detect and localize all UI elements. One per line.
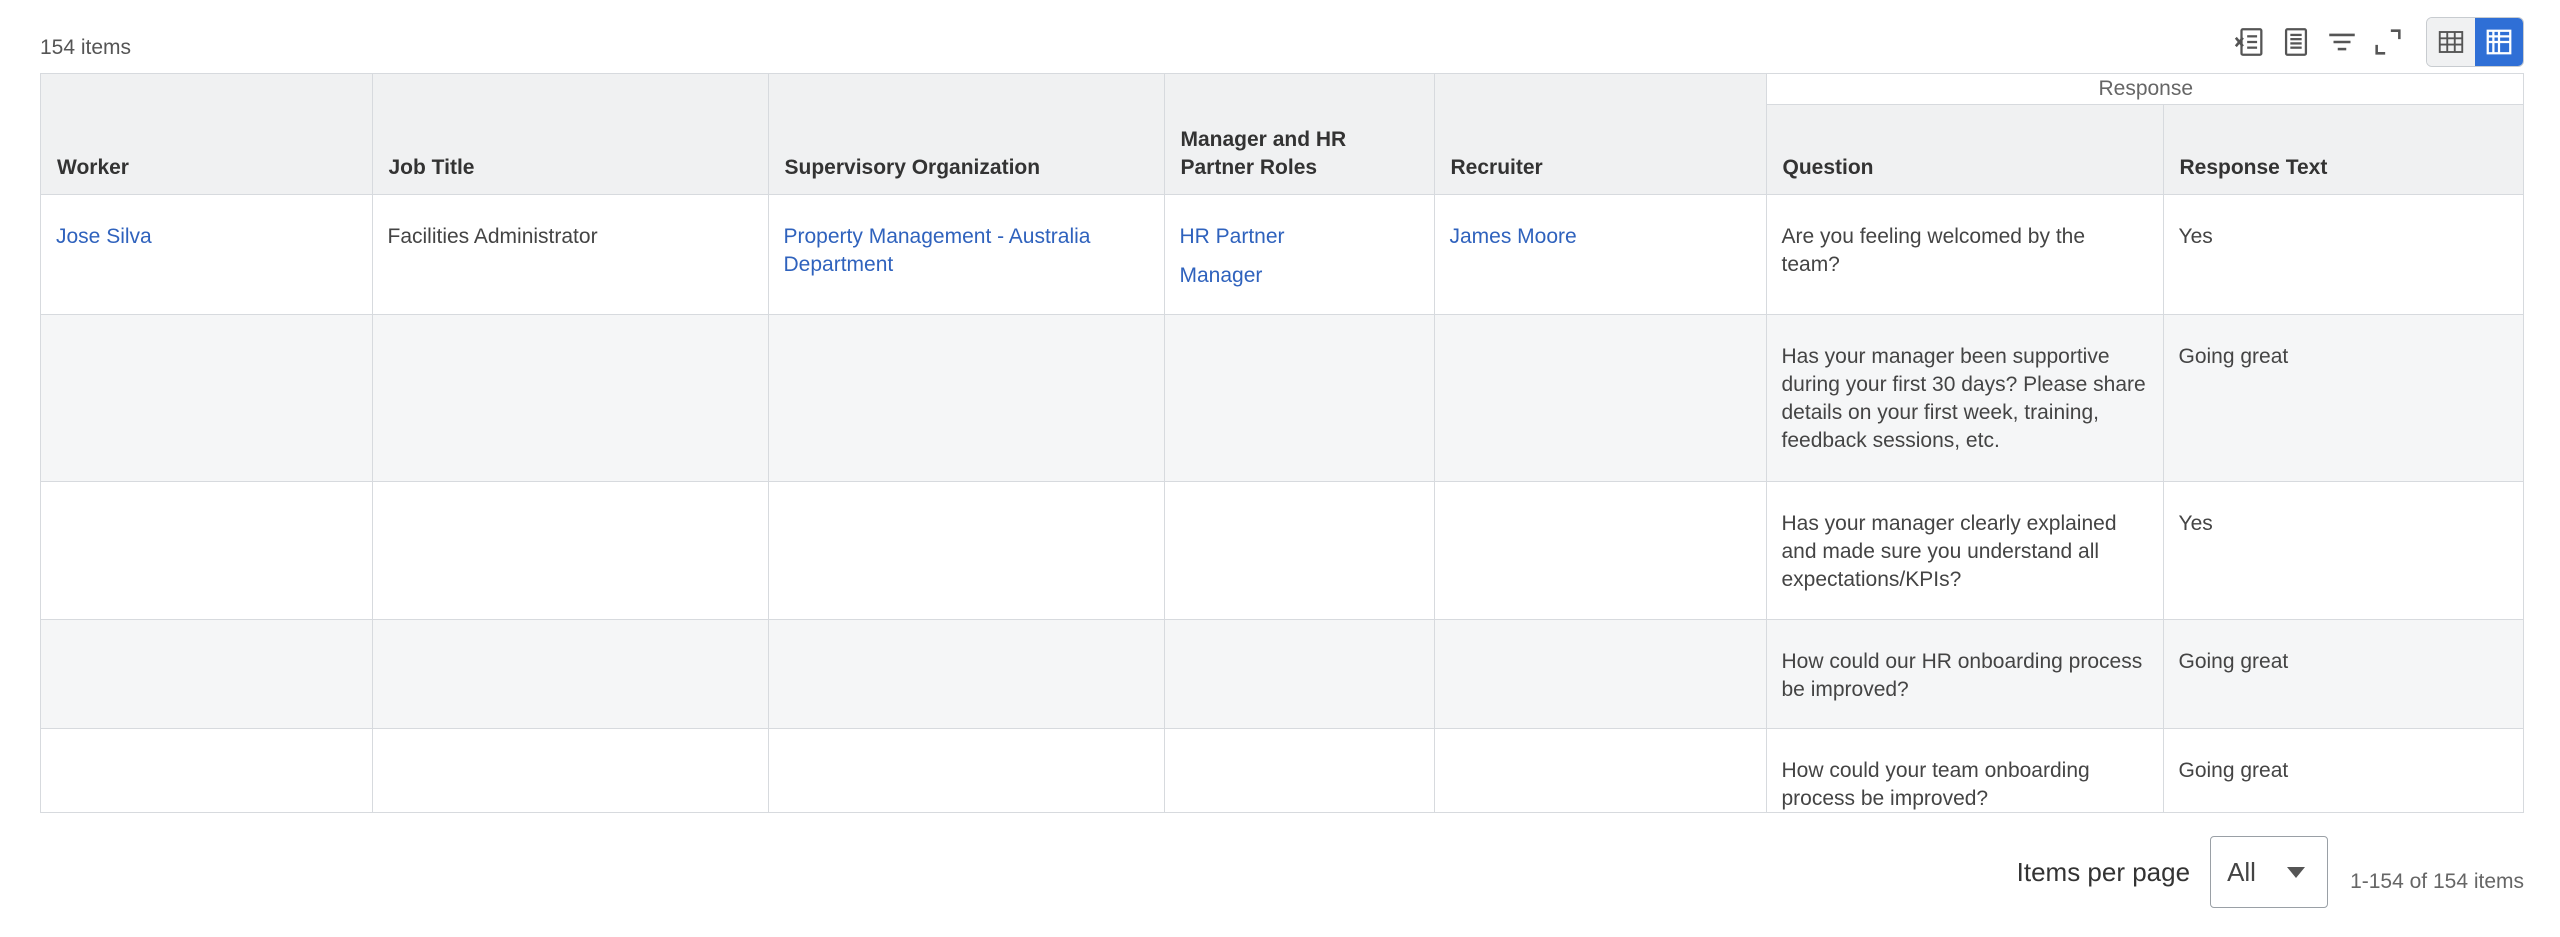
cell-roles: [1164, 728, 1435, 812]
role-link-hr-partner[interactable]: HR Partner: [1180, 223, 1420, 251]
column-header-question[interactable]: Question: [1766, 104, 2164, 195]
cell-response-text: Yes: [2163, 194, 2523, 315]
cell-response-text: Going great: [2163, 314, 2523, 482]
cell-recruiter: James Moore: [1434, 194, 1767, 315]
filter-icon[interactable]: [2320, 20, 2364, 64]
table-row: How could our HR onboarding process be i…: [41, 619, 2523, 729]
table-row: Has your manager been supportive during …: [41, 314, 2523, 482]
organization-link[interactable]: Property Management - Australia Departme…: [784, 225, 1091, 276]
cell-recruiter: [1434, 728, 1767, 812]
column-header-worker[interactable]: Worker: [41, 74, 373, 195]
export-to-excel-icon[interactable]: [2228, 20, 2272, 64]
cell-recruiter: [1434, 314, 1767, 482]
items-per-page-label: Items per page: [2016, 856, 2191, 887]
column-header-response-text[interactable]: Response Text: [2163, 104, 2523, 195]
cell-roles: [1164, 314, 1435, 482]
data-table: Worker Job Title Supervisory Organizatio…: [41, 74, 2523, 812]
cell-roles: [1164, 481, 1435, 620]
grid-view-icon[interactable]: [2475, 18, 2523, 66]
pagination-bar: Items per page All 1-154 of 154 items: [2017, 836, 2524, 908]
column-header-manager-hr-roles[interactable]: Manager and HR Partner Roles: [1164, 74, 1435, 195]
table-row: Has your manager clearly explained and m…: [41, 481, 2523, 620]
cell-question: Are you feeling welcomed by the team?: [1766, 194, 2164, 315]
grid-topbar: 154 items: [40, 0, 2524, 73]
table-row: Jose Silva Facilities Administrator Prop…: [41, 194, 2523, 315]
cell-response-text: Yes: [2163, 481, 2523, 620]
grid-toolbar: [2226, 16, 2524, 68]
cell-worker: [41, 619, 373, 729]
cell-job-title: [372, 619, 769, 729]
export-to-pdf-icon[interactable]: [2274, 20, 2318, 64]
recruiter-link[interactable]: James Moore: [1450, 225, 1577, 248]
cell-job-title: Facilities Administrator: [372, 194, 769, 315]
cell-question: How could your team onboarding process b…: [1766, 728, 2164, 812]
cell-supervisory-organization: [768, 619, 1165, 729]
column-header-recruiter[interactable]: Recruiter: [1434, 74, 1767, 195]
cell-job-title: [372, 728, 769, 812]
cell-job-title: [372, 481, 769, 620]
cell-worker: [41, 728, 373, 812]
view-toggle: [2426, 17, 2524, 67]
worker-link[interactable]: Jose Silva: [56, 225, 152, 248]
cell-response-text: Going great: [2163, 728, 2523, 812]
items-per-page-select[interactable]: All: [2210, 836, 2329, 908]
item-count: 154 items: [40, 36, 132, 59]
items-per-page-value: All: [2227, 856, 2256, 887]
cell-supervisory-organization: [768, 728, 1165, 812]
cell-supervisory-organization: [768, 481, 1165, 620]
cell-supervisory-organization: [768, 314, 1165, 482]
cell-roles: [1164, 619, 1435, 729]
cell-worker: [41, 314, 373, 482]
data-grid: Worker Job Title Supervisory Organizatio…: [40, 73, 2524, 813]
cell-response-text: Going great: [2163, 619, 2523, 729]
cell-question: Has your manager clearly explained and m…: [1766, 481, 2164, 620]
cell-question: How could our HR onboarding process be i…: [1766, 619, 2164, 729]
cell-job-title: [372, 314, 769, 482]
cell-worker: Jose Silva: [41, 194, 373, 315]
cell-recruiter: [1434, 619, 1767, 729]
column-header-supervisory-organization[interactable]: Supervisory Organization: [768, 74, 1165, 195]
table-row: How could your team onboarding process b…: [41, 728, 2523, 812]
cell-recruiter: [1434, 481, 1767, 620]
column-header-job-title[interactable]: Job Title: [372, 74, 769, 195]
cell-roles: HR Partner Manager: [1164, 194, 1435, 315]
fullscreen-icon[interactable]: [2366, 20, 2410, 64]
cell-worker: [41, 481, 373, 620]
cell-question: Has your manager been supportive during …: [1766, 314, 2164, 482]
table-view-icon[interactable]: [2427, 18, 2475, 66]
role-link-manager[interactable]: Manager: [1180, 262, 1420, 290]
caret-down-icon: [2287, 866, 2306, 878]
cell-supervisory-organization: Property Management - Australia Departme…: [768, 194, 1165, 315]
pagination-range: 1-154 of 154 items: [2350, 870, 2524, 893]
column-group-response: Response: [1766, 74, 2523, 105]
